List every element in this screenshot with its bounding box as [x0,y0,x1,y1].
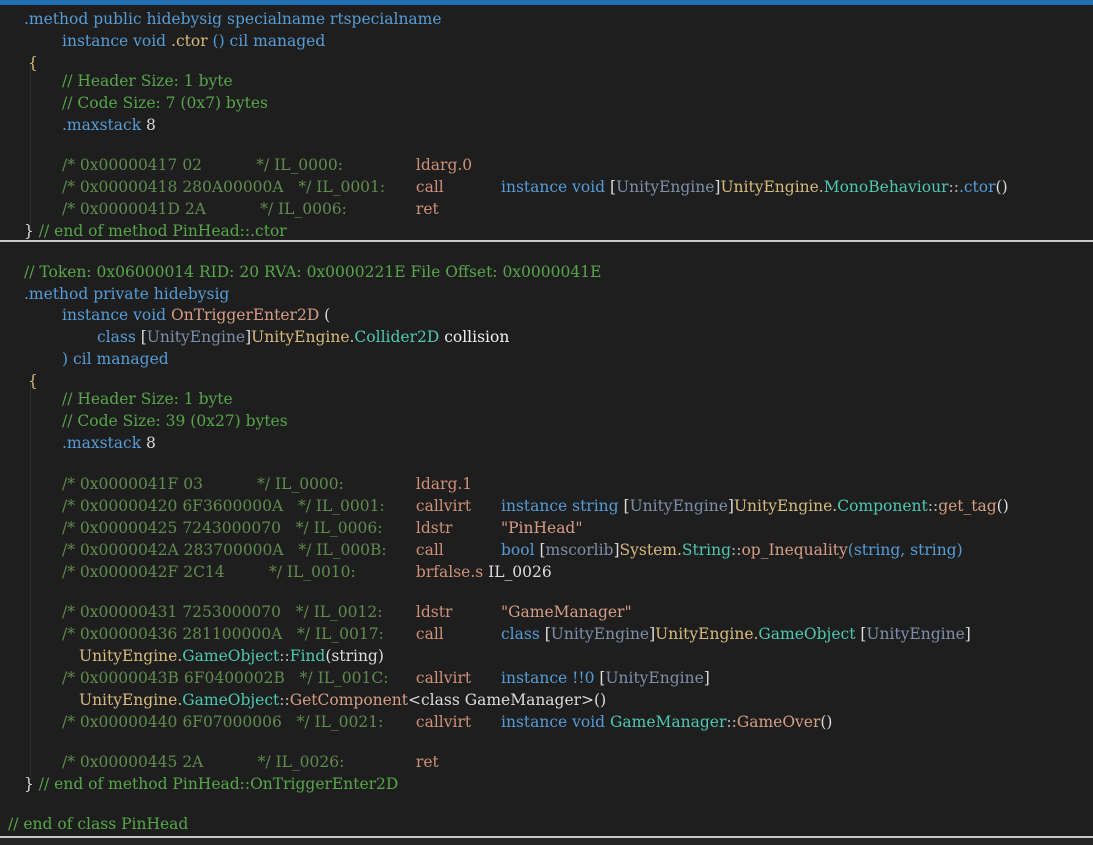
code-line: // Code Size: 7 (0x7) bytes [62,94,268,112]
il-instruction[interactable]: ldarg.0 [411,154,472,176]
code-line-wrapped: UnityEngine.GameObject::GetComponent<cla… [79,691,607,709]
code-line: /* 0x00000440 6F07000006 */ IL_0021: [62,713,384,731]
il-instruction[interactable]: brfalse.s IL_0026 [411,561,552,583]
code-line: } // end of method PinHead::.ctor [24,222,287,240]
code-line: instance void OnTriggerEnter2D ( [62,306,331,324]
code-line: /* 0x00000420 6F3600000A */ IL_0001: [62,497,385,515]
code-line: ) cil managed [62,350,169,368]
code-line: /* 0x0000041D 2A */ IL_0006: [62,200,347,218]
code-line: instance void .ctor () cil managed [62,32,326,50]
code-line: { [28,54,38,72]
code-line: // end of class PinHead [8,815,189,833]
il-instruction[interactable]: callvirt [411,495,471,517]
code-line: /* 0x0000042A 283700000A */ IL_000B: [62,541,387,559]
code-line: { [28,372,38,390]
il-instruction[interactable]: call [411,176,444,198]
il-instruction[interactable]: callvirt [411,667,471,689]
code-line: instance !!0 [UnityEngine] [501,669,710,687]
code-line: instance string [UnityEngine]UnityEngine… [501,497,1009,515]
il-instruction[interactable]: ret [411,751,439,773]
code-line: .maxstack 8 [62,434,156,452]
code-line: instance void [UnityEngine]UnityEngine.M… [501,178,1008,196]
code-line: class [UnityEngine]UnityEngine.GameObjec… [501,625,971,643]
indent-guide [30,384,31,780]
il-instruction[interactable]: ldarg.1 [411,473,472,495]
code-line: /* 0x00000436 281100000A */ IL_0017: [62,625,384,643]
code-line: // Header Size: 1 byte [62,72,233,90]
code-line: .method private hidebysig [24,285,230,303]
code-line: /* 0x0000041F 03 */ IL_0000: [62,475,344,493]
code-line: /* 0x00000417 02 */ IL_0000: [62,156,343,174]
method-name-link[interactable]: OnTriggerEnter2D [171,306,319,324]
code-line: /* 0x0000043B 6F0400002B */ IL_001C: [62,669,389,687]
bottom-border [0,836,1093,845]
code-line: class [UnityEngine]UnityEngine.Collider2… [97,328,510,346]
il-instruction[interactable]: ldstr [411,601,452,623]
il-instruction[interactable]: call [411,623,444,645]
code-line: /* 0x00000431 7253000070 */ IL_0012: [62,603,383,621]
branch-target-link[interactable]: IL_0026 [483,563,552,581]
code-line: "PinHead" [501,519,583,537]
il-instruction[interactable]: call [411,539,444,561]
window-top-border [0,0,1093,5]
code-line: // Code Size: 39 (0x27) bytes [62,412,288,430]
code-line: /* 0x00000425 7243000070 */ IL_0006: [62,519,383,537]
code-line: /* 0x0000042F 2C14 */ IL_0010: [62,563,356,581]
indent-guide [30,66,31,232]
code-line: // Token: 0x06000014 RID: 20 RVA: 0x0000… [24,263,602,281]
code-line: instance void GameManager::GameOver() [501,713,833,731]
code-line: "GameManager" [501,603,632,621]
code-line: } // end of method PinHead::OnTriggerEnt… [24,775,399,793]
code-line: .maxstack 8 [62,116,156,134]
il-instruction[interactable]: callvirt [411,711,471,733]
il-instruction[interactable]: ret [411,198,439,220]
method-separator [0,240,1093,242]
code-line: /* 0x00000418 280A00000A */ IL_0001: [62,178,386,196]
il-instruction[interactable]: ldstr [411,517,452,539]
code-line: bool [mscorlib]System.String::op_Inequal… [501,541,963,559]
code-line-wrapped: UnityEngine.GameObject::Find(string) [79,647,384,665]
code-line: // Header Size: 1 byte [62,390,233,408]
code-line: /* 0x00000445 2A */ IL_0026: [62,753,345,771]
code-line: .method public hidebysig specialname rts… [24,10,442,28]
